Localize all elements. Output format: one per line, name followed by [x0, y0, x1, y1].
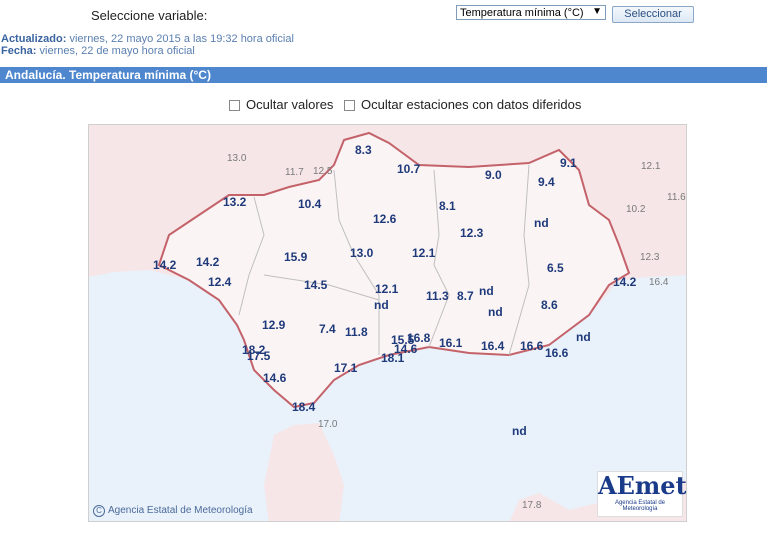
station-value[interactable]: 14.2 [613, 275, 636, 289]
station-value[interactable]: 14.5 [304, 278, 327, 292]
station-value[interactable]: 16.4 [481, 339, 504, 353]
hide-values-option[interactable]: Ocultar valores [229, 97, 333, 112]
station-value[interactable]: 13.0 [350, 246, 373, 260]
station-value[interactable]: 8.3 [355, 143, 372, 157]
dropdown-arrow-icon[interactable]: ▼ [592, 6, 602, 17]
station-value[interactable]: 16.1 [439, 336, 462, 350]
station-value[interactable]: 14.6 [263, 371, 286, 385]
station-value[interactable]: nd [374, 298, 389, 312]
outer-station-value: 17.8 [522, 500, 542, 511]
station-value[interactable]: 15.9 [284, 250, 307, 264]
station-value[interactable]: 13.2 [223, 195, 246, 209]
station-value[interactable]: 12.4 [208, 275, 231, 289]
station-value[interactable]: 9.1 [560, 156, 577, 170]
outer-station-value: 12.1 [641, 161, 661, 172]
temperature-map[interactable]: 8.3 10.7 9.0 9.1 9.4 13.2 10.4 8.1 12.6 nd 12.3 14.… [88, 124, 687, 522]
station-value[interactable]: 17.1 [334, 361, 357, 375]
station-value[interactable]: 12.1 [412, 246, 435, 260]
updated-value: viernes, 22 mayo 2015 a las 19:32 hora o… [69, 33, 294, 45]
station-value[interactable]: 12.1 [375, 282, 398, 296]
outer-station-value: 16.4 [649, 277, 669, 288]
station-value[interactable]: nd [488, 305, 503, 319]
station-value[interactable]: 14.2 [196, 255, 219, 269]
aemet-logo: AEmet Agencia Estatal de Meteorología [597, 471, 687, 517]
station-value[interactable]: 7.4 [319, 322, 336, 336]
hide-values-checkbox[interactable] [229, 100, 240, 112]
select-variable-label: Seleccione variable: [91, 8, 208, 23]
station-value[interactable]: 8.1 [439, 199, 456, 213]
hide-values-label: Ocultar valores [246, 97, 334, 112]
copyright: C Agencia Estatal de Meteorología [93, 505, 253, 517]
outer-station-value: 12.3 [640, 252, 660, 263]
select-button[interactable]: Seleccionar [612, 6, 694, 23]
africa-land [264, 423, 344, 521]
station-value[interactable]: 16.6 [520, 339, 543, 353]
station-value[interactable]: 8.6 [541, 298, 558, 312]
station-value[interactable]: 12.6 [373, 212, 396, 226]
station-value[interactable]: nd [576, 330, 591, 344]
logo-subtitle: Agencia Estatal de Meteorología [614, 500, 666, 512]
map-title-bar: Andalucía. Temperatura mínima (°C) [0, 67, 767, 83]
station-value[interactable]: 12.3 [460, 226, 483, 240]
station-value[interactable]: 6.5 [547, 261, 564, 275]
station-value[interactable]: 11.3 [426, 289, 449, 303]
station-value[interactable]: 10.7 [397, 162, 420, 176]
map-graphic [89, 125, 686, 521]
hide-deferred-label: Ocultar estaciones con datos diferidos [361, 97, 582, 112]
station-value[interactable]: nd [534, 216, 549, 230]
station-value[interactable]: 18.4 [292, 400, 315, 414]
station-value[interactable]: 12.9 [262, 318, 285, 332]
station-value[interactable]: 8.7 [457, 289, 474, 303]
station-value[interactable]: 9.4 [538, 175, 555, 189]
date-label: Fecha: [1, 45, 37, 57]
copyright-text: Agencia Estatal de Meteorología [108, 505, 253, 516]
hide-deferred-option[interactable]: Ocultar estaciones con datos diferidos [344, 97, 581, 112]
station-value[interactable]: 18.1 [381, 351, 404, 365]
station-value[interactable]: nd [479, 284, 494, 298]
outer-station-value: 12.5 [313, 166, 333, 177]
station-value[interactable]: 9.0 [485, 168, 502, 182]
hide-deferred-checkbox[interactable] [344, 100, 355, 112]
station-value[interactable]: 10.4 [298, 197, 321, 211]
copyright-icon: C [93, 505, 105, 517]
station-value[interactable]: 17.5 [247, 349, 270, 363]
updated-label: Actualizado: [1, 33, 67, 45]
date-value: viernes, 22 de mayo hora oficial [39, 45, 195, 57]
outer-station-value: 11.6 [667, 192, 686, 203]
outer-station-value: 13.0 [227, 153, 247, 164]
variable-select[interactable]: Temperatura mínima (°C) ▼ [456, 5, 606, 20]
station-value[interactable]: 16.6 [545, 346, 568, 360]
outer-station-value: 11.7 [285, 167, 304, 178]
station-value[interactable]: nd [512, 424, 527, 438]
date-line: Fecha: viernes, 22 de mayo hora oficial [1, 45, 195, 57]
outer-station-value: 10.2 [626, 204, 646, 215]
variable-select-value: Temperatura mínima (°C) [460, 7, 584, 19]
station-value[interactable]: 11.8 [345, 325, 368, 339]
logo-word: AEmet [598, 471, 687, 500]
outer-station-value: 17.0 [318, 419, 338, 430]
updated-line: Actualizado: viernes, 22 mayo 2015 a las… [1, 33, 294, 45]
station-value[interactable]: 14.2 [153, 258, 176, 272]
